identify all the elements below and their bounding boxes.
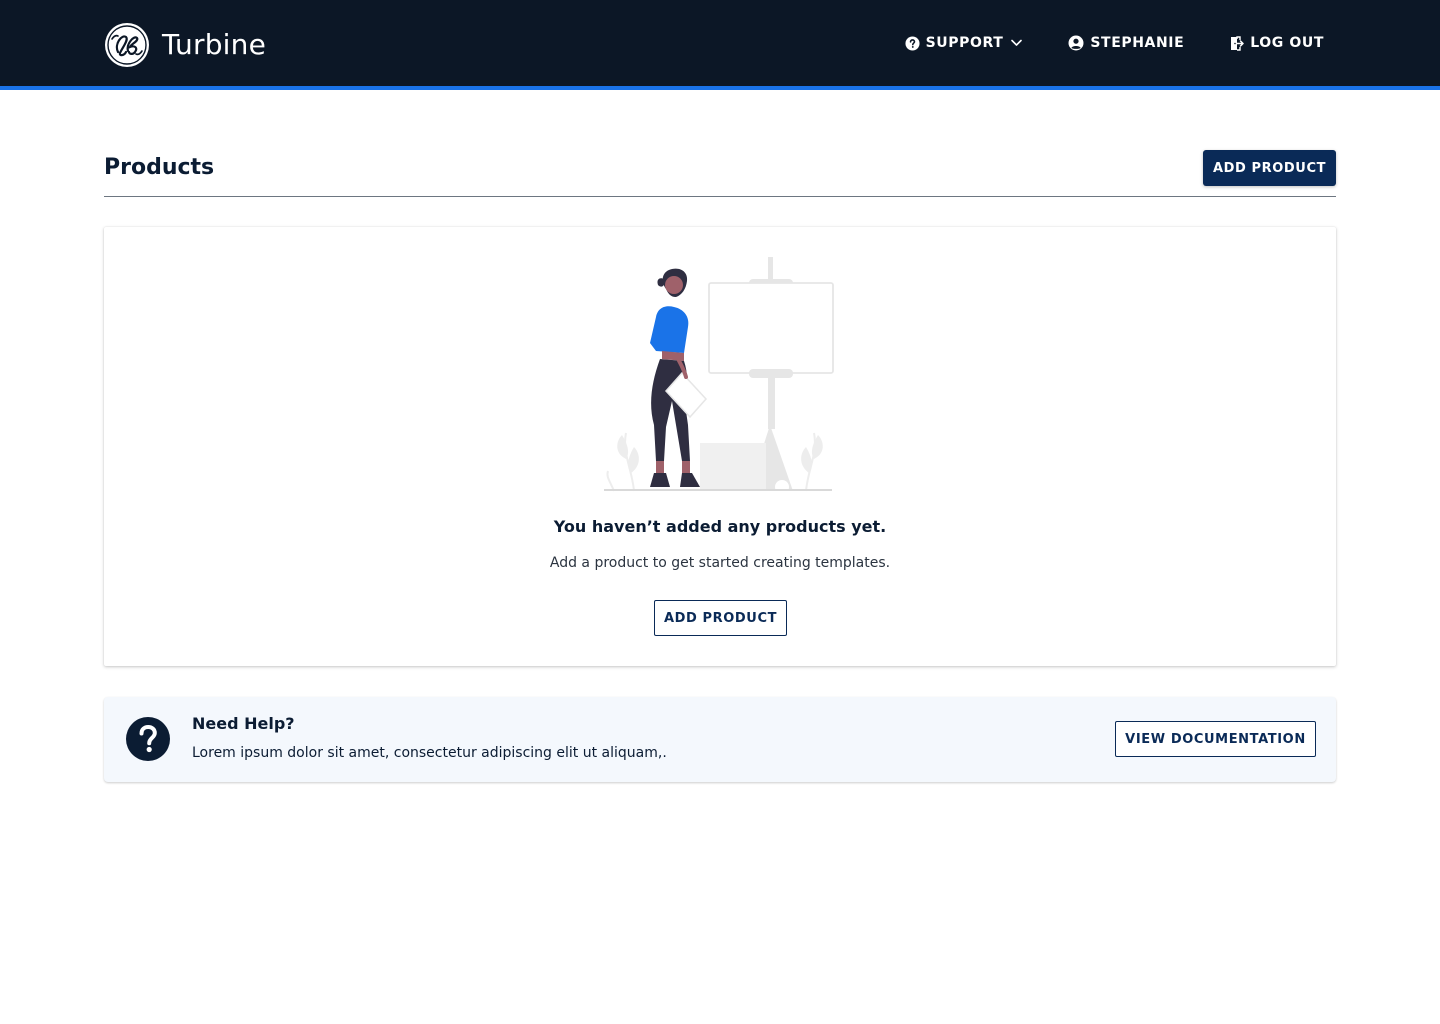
view-documentation-button[interactable]: VIEW DOCUMENTATION xyxy=(1115,721,1316,757)
add-product-empty-button[interactable]: ADD PRODUCT xyxy=(654,600,787,636)
empty-state-title: You haven’t added any products yet. xyxy=(553,517,887,536)
ge-logo-icon xyxy=(105,23,149,67)
user-name: STEPHANIE xyxy=(1090,35,1185,51)
user-circle-icon xyxy=(1068,35,1084,51)
logout-link[interactable]: LOG OUT xyxy=(1230,35,1324,51)
title-divider xyxy=(104,196,1336,197)
header-accent-bar xyxy=(0,86,1440,90)
need-help-panel: Need Help? Lorem ipsum dolor sit amet, c… xyxy=(104,697,1336,782)
chevron-down-icon xyxy=(1011,39,1023,46)
help-circle-icon xyxy=(905,35,920,51)
question-mark-icon xyxy=(126,717,170,761)
add-product-button[interactable]: ADD PRODUCT xyxy=(1203,150,1336,186)
products-empty-card: You haven’t added any products yet. Add … xyxy=(104,227,1336,666)
logout-label: LOG OUT xyxy=(1250,35,1324,51)
help-title: Need Help? xyxy=(192,714,295,733)
support-label: SUPPORT xyxy=(925,35,1004,51)
page-title: Products xyxy=(104,155,215,180)
user-menu[interactable]: STEPHANIE xyxy=(1068,35,1184,51)
support-menu[interactable]: SUPPORT xyxy=(905,35,1023,51)
empty-state-subtitle: Add a product to get started creating te… xyxy=(549,555,891,571)
logout-icon xyxy=(1231,35,1245,51)
top-nav-bar: Turbine SUPPORT STEPHANIE LOG OUT xyxy=(0,0,1440,86)
empty-state-illustration-icon xyxy=(604,257,834,494)
brand[interactable]: Turbine xyxy=(104,22,266,68)
header-nav: SUPPORT STEPHANIE LOG OUT xyxy=(859,0,1324,86)
brand-name: Turbine xyxy=(162,28,267,61)
help-text: Lorem ipsum dolor sit amet, consectetur … xyxy=(192,745,667,761)
